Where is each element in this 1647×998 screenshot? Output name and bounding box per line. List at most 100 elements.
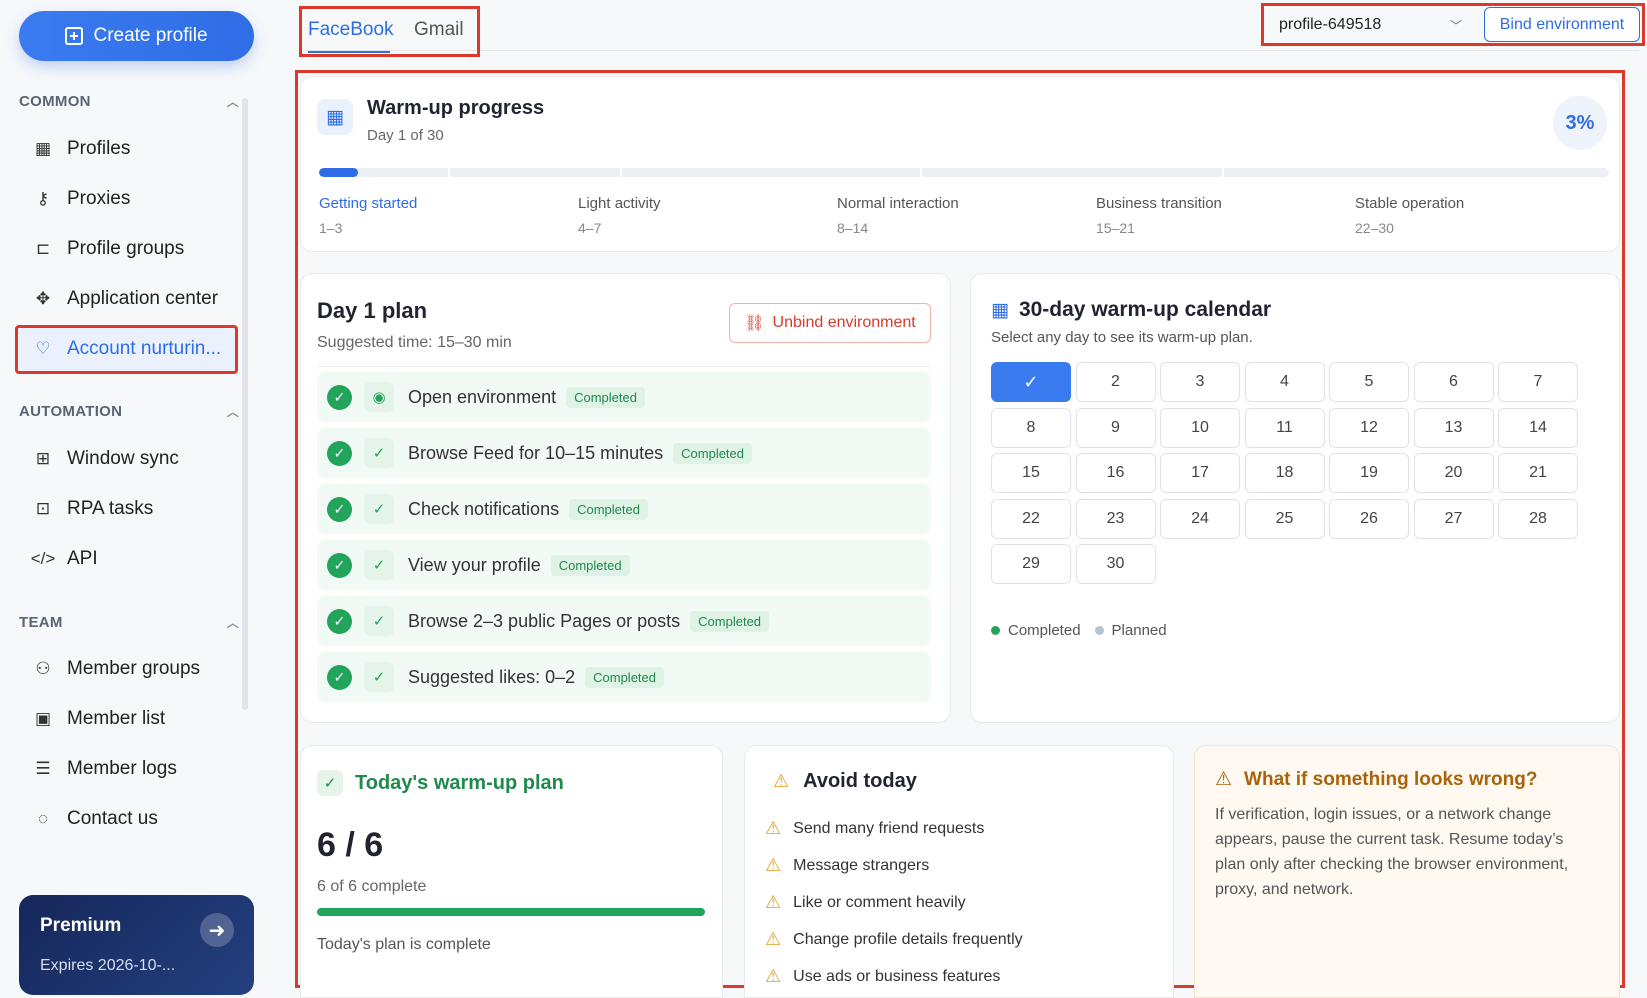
status-badge: Completed (585, 666, 664, 688)
calendar-day[interactable]: 6 (1413, 362, 1494, 402)
chevron-up-icon: ︿ (226, 95, 239, 109)
sidebar-scrollbar[interactable] (242, 98, 248, 710)
calendar-day[interactable]: 2 (1075, 362, 1156, 402)
avoid-title: Avoid today (803, 770, 917, 792)
sidebar-item-label: API (67, 548, 98, 569)
calendar-day[interactable]: 3 (1160, 362, 1240, 402)
bind-environment-button[interactable]: Bind environment (1484, 7, 1640, 42)
warning-icon: ⚠ (765, 929, 782, 949)
tab-facebook[interactable]: FaceBook (308, 19, 394, 41)
calendar-day[interactable]: 24 (1160, 498, 1240, 539)
phase-name: Business transition (1096, 195, 1222, 212)
sidebar-item-window-sync[interactable]: ⊞ Window sync (19, 437, 238, 481)
sidebar-item-member-groups[interactable]: ⚇ Member groups (19, 647, 238, 691)
warmup-title: Warm-up progress (367, 97, 545, 119)
premium-card[interactable]: Premium Expires 2026-10-... ➜ (19, 895, 254, 995)
section-common[interactable]: COMMON ︿ (19, 93, 239, 110)
task-row[interactable]: ✓ ✓ View your profile Completed (317, 540, 931, 590)
chevron-up-icon: ︿ (226, 616, 239, 630)
network-icon: ⚷ (36, 189, 50, 208)
calendar-day[interactable]: 14 (1498, 407, 1578, 448)
calendar-day[interactable]: 20 (1413, 453, 1494, 493)
task-row[interactable]: ✓ ✓ Suggested likes: 0–2 Completed (317, 652, 931, 702)
sidebar-item-profiles[interactable]: ▦ Profiles (19, 127, 238, 171)
phase-name: Stable operation (1355, 195, 1465, 212)
calendar-day[interactable]: 7 (1498, 362, 1578, 402)
calendar-day[interactable]: 25 (1244, 498, 1325, 539)
sidebar-item-contact-us[interactable]: ◌ Contact us (19, 797, 238, 841)
status-badge: Completed (569, 498, 648, 520)
calendar-day[interactable]: 4 (1244, 362, 1325, 402)
warmup-progress-fill (319, 168, 358, 177)
day-plan-subtitle: Suggested time: 15–30 min (317, 334, 512, 351)
section-title: COMMON (19, 93, 91, 110)
calendar-day[interactable]: ✓ (991, 362, 1071, 402)
calendar-day[interactable]: 12 (1329, 407, 1409, 448)
task-row[interactable]: ✓ ✓ Check notifications Completed (317, 484, 931, 534)
task-text: Open environment (408, 386, 557, 407)
calendar-day[interactable]: 22 (991, 498, 1071, 539)
troubleshoot-title-row: ⚠ What if something looks wrong? (1215, 768, 1537, 791)
warmup-progress-card: ▦ Warm-up progress Day 1 of 30 3% Gettin… (300, 76, 1620, 252)
warning-icon: ⚠ (773, 771, 790, 791)
profile-select[interactable]: profile-649518 ﹀ (1269, 9, 1474, 41)
calendar-day[interactable]: 16 (1075, 453, 1156, 493)
calendar-day[interactable]: 17 (1160, 453, 1240, 493)
troubleshoot-text: If verification, login issues, or a netw… (1215, 806, 1569, 898)
sidebar-item-label: Member list (67, 708, 166, 729)
calendar-day[interactable]: 23 (1075, 498, 1156, 539)
calendar-day[interactable]: 28 (1498, 498, 1578, 539)
task-row[interactable]: ✓ ◉ Open environment Completed (317, 372, 931, 422)
section-automation[interactable]: AUTOMATION ︿ (19, 403, 239, 420)
sidebar-item-application-center[interactable]: ✥ Application center (19, 277, 238, 321)
calendar-day[interactable]: 19 (1329, 453, 1409, 493)
avoid-item: ⚠ Message strangers (765, 855, 929, 876)
unbind-environment-button[interactable]: ⛓ Unbind environment (729, 303, 931, 343)
calendar-day[interactable]: 27 (1413, 498, 1494, 539)
calendar-day[interactable]: 15 (991, 453, 1071, 493)
sidebar-item-label: Contact us (67, 808, 158, 829)
section-team[interactable]: TEAM ︿ (19, 614, 239, 631)
calendar-day[interactable]: 26 (1329, 498, 1409, 539)
sidebar-item-member-list[interactable]: ▣ Member list (19, 697, 238, 741)
create-profile-button[interactable]: Create profile (19, 11, 254, 61)
task-row[interactable]: ✓ ✓ Browse Feed for 10–15 minutes Comple… (317, 428, 931, 478)
sidebar-item-api[interactable]: </> API (19, 537, 238, 581)
phase-normal-interaction: Normal interaction 8–14 (837, 195, 1077, 236)
tab-gmail[interactable]: Gmail (414, 19, 464, 41)
warning-icon: ⚠ (765, 818, 782, 838)
calendar-day[interactable]: 9 (1075, 407, 1156, 448)
arrow-right-icon[interactable]: ➜ (200, 913, 234, 947)
progress-divider (619, 168, 622, 177)
calendar-day[interactable]: 10 (1160, 407, 1240, 448)
active-tab-indicator (308, 51, 390, 53)
grid-icon: ▦ (34, 139, 52, 158)
sidebar-item-label: Proxies (67, 188, 131, 209)
legend-completed: Completed (991, 622, 1081, 639)
calendar-day[interactable]: 13 (1413, 407, 1494, 448)
calendar-day[interactable]: 11 (1244, 407, 1325, 448)
today-note: Today's plan is complete (317, 936, 491, 953)
environment-controls: profile-649518 ﹀ Bind environment (1261, 3, 1645, 46)
chevron-down-icon: ﹀ (1449, 18, 1462, 33)
calendar-day[interactable]: 8 (991, 407, 1071, 448)
warmup-percent: 3% (1553, 96, 1607, 150)
calendar-day[interactable]: 29 (991, 544, 1071, 584)
calendar-day[interactable]: 5 (1329, 362, 1409, 402)
window-grid-icon: ⊞ (35, 449, 51, 468)
avoid-today-card: ⚠ Avoid today ⚠ Send many friend requests… (744, 745, 1174, 998)
calendar-day[interactable]: 18 (1244, 453, 1325, 493)
calendar-icon: ▦ (991, 299, 1009, 321)
calendar-title-row: ▦ 30-day warm-up calendar (991, 298, 1271, 322)
sidebar-item-profile-groups[interactable]: ⊏ Profile groups (19, 227, 238, 271)
calendar-day[interactable]: 30 (1075, 544, 1156, 584)
troubleshoot-title: What if something looks wrong? (1244, 768, 1538, 790)
sidebar-item-rpa-tasks[interactable]: ⊡ RPA tasks (19, 487, 238, 531)
calendar-title: 30-day warm-up calendar (1018, 298, 1272, 321)
sidebar-item-proxies[interactable]: ⚷ Proxies (19, 177, 238, 221)
avoid-item: ⚠ Send many friend requests (765, 818, 984, 839)
check-circle-icon: ✓ (327, 496, 352, 522)
task-row[interactable]: ✓ ✓ Browse 2–3 public Pages or posts Com… (317, 596, 931, 646)
calendar-day[interactable]: 21 (1498, 453, 1578, 493)
sidebar-item-member-logs[interactable]: ☰ Member logs (19, 747, 238, 791)
